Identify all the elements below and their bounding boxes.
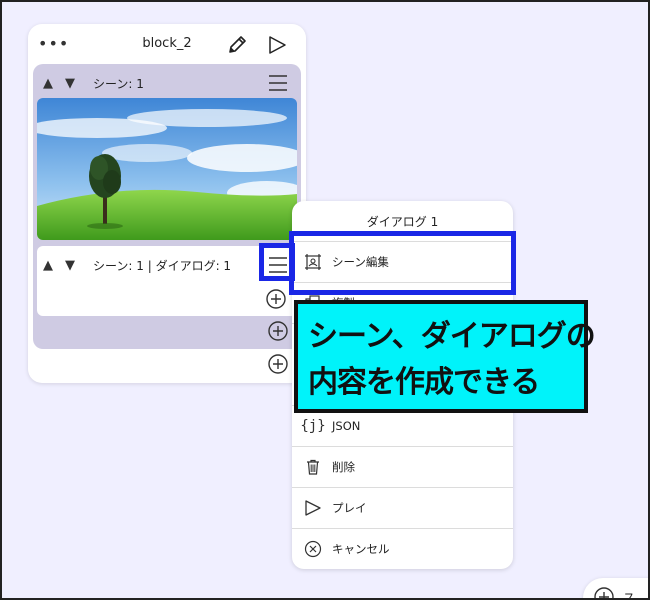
- menu-item-delete[interactable]: 削除: [292, 446, 513, 487]
- plus-circle-icon: [594, 587, 614, 600]
- menu-item-label: キャンセル: [332, 542, 390, 556]
- scene-image[interactable]: [37, 98, 297, 240]
- scene-edit-highlight-box: [289, 231, 516, 295]
- add-dialog-icon[interactable]: [265, 288, 287, 310]
- block-card: ••• block_2 ▲ ▼ シーン: 1 ▲ ▼ シーン: 1 | ダイアロ…: [28, 24, 306, 383]
- context-menu-title: ダイアログ 1: [366, 215, 439, 229]
- callout-line-2: 内容を作成できる: [308, 365, 540, 400]
- move-up-icon[interactable]: ▲: [43, 77, 53, 90]
- menu-item-label: プレイ: [332, 501, 367, 515]
- menu-item-label: JSON: [332, 419, 361, 433]
- dialog-move-down-icon[interactable]: ▼: [65, 259, 75, 272]
- block-header: ••• block_2: [28, 24, 306, 64]
- annotation-callout: シーン、ダイアログの 内容を作成できる: [294, 300, 596, 413]
- block-title: block_2: [142, 36, 192, 51]
- callout-line-1: シーン、ダイアログの: [308, 319, 596, 354]
- dialog-row-controls: ▲ ▼ シーン: 1 | ダイアログ: 1: [43, 257, 231, 274]
- add-scene-dialog-icon[interactable]: [267, 320, 289, 342]
- menu-item-label: 削除: [332, 460, 355, 474]
- scene-row-controls: ▲ ▼ シーン: 1: [43, 75, 144, 92]
- move-down-icon[interactable]: ▼: [65, 77, 75, 90]
- add-story-label: ス: [623, 591, 636, 600]
- menu-item-cancel[interactable]: キャンセル: [292, 528, 513, 569]
- cancel-icon: [303, 539, 323, 559]
- scene-menu-icon[interactable]: [267, 73, 289, 93]
- add-scene-icon[interactable]: [267, 353, 289, 375]
- scene-label: シーン: 1: [93, 77, 144, 91]
- add-story-button[interactable]: ス: [583, 578, 650, 600]
- menu-item-play[interactable]: プレイ: [292, 487, 513, 528]
- play-icon: [303, 498, 323, 518]
- scene-panel: ▲ ▼ シーン: 1 ▲ ▼ シーン: 1 | ダイアログ: 1: [33, 64, 301, 349]
- dialog-card[interactable]: ▲ ▼ シーン: 1 | ダイアログ: 1: [37, 246, 297, 316]
- json-icon: {j}: [300, 418, 326, 434]
- dialog-label: シーン: 1 | ダイアログ: 1: [93, 259, 232, 273]
- dialog-move-up-icon[interactable]: ▲: [43, 259, 53, 272]
- pencil-icon[interactable]: [226, 34, 248, 56]
- trash-icon: [303, 457, 323, 477]
- play-icon[interactable]: [266, 34, 288, 56]
